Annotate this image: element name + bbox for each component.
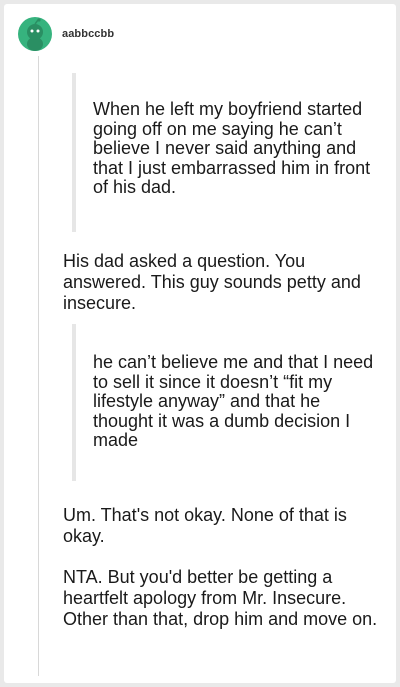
reply-paragraph: Um. That's not okay. None of that is oka… — [63, 505, 347, 546]
quote-block: he can’t believe me and that I need to s… — [72, 324, 383, 481]
quote-block: When he left my boyfriend started going … — [72, 73, 383, 232]
quote-text: When he left my boyfriend started going … — [93, 99, 371, 197]
comment-header: aabbccbb — [18, 16, 114, 52]
username[interactable]: aabbccbb — [62, 28, 114, 40]
snoo-avatar-icon[interactable] — [18, 17, 52, 51]
comment-card: aabbccbb When he left my boyfriend start… — [4, 4, 396, 683]
reply-paragraph: His dad asked a question. You answered. … — [63, 251, 361, 313]
thread-line[interactable] — [38, 56, 39, 676]
quote-text: he can’t believe me and that I need to s… — [93, 352, 374, 450]
reply-paragraph: NTA. But you'd better be getting a heart… — [63, 567, 378, 629]
